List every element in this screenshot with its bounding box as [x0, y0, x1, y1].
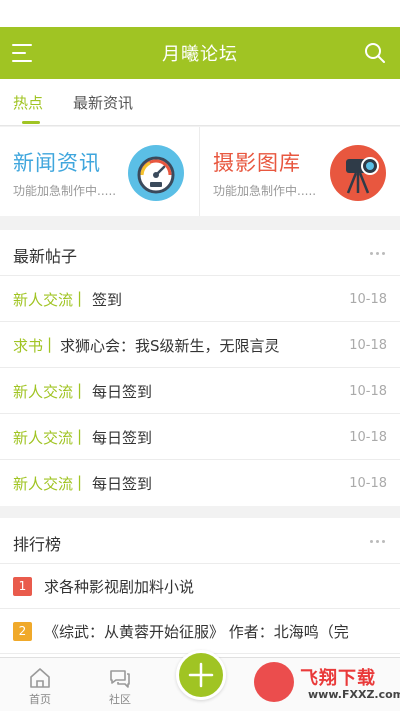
card-news-title: 新闻资讯	[13, 151, 101, 175]
nav-label: 首页	[29, 693, 51, 706]
post-separator: |	[77, 473, 83, 491]
camera-tripod-icon	[330, 145, 386, 201]
post-title[interactable]: 每日签到	[92, 473, 152, 494]
watermark-logo: 飞翔下载 www.FXXZ.com	[248, 660, 400, 708]
post-date: 10-18	[349, 384, 387, 399]
post-category[interactable]: 新人交流	[13, 381, 73, 402]
card-photos[interactable]: 摄影图库 功能加急制作中.....	[200, 127, 400, 216]
status-bar	[0, 0, 400, 27]
tab-indicator	[22, 121, 40, 124]
ranking-section: 排行榜 1 求各种影视剧加料小说 2 《综武：从黄蓉开始征服》 作者：北海鸣（完	[0, 518, 400, 657]
nav-home[interactable]: 首页	[10, 658, 70, 711]
section-title: 排行榜	[13, 535, 62, 554]
tab-latest-news[interactable]: 最新资讯	[73, 92, 133, 113]
post-category[interactable]: 新人交流	[13, 427, 73, 448]
latest-posts-section: 最新帖子 新人交流 | 签到 10-18 求书 | 求狮心会：我S级新生，无限言…	[0, 230, 400, 506]
app-header: 月曦论坛	[0, 27, 400, 79]
nav-label: 社区	[109, 693, 131, 706]
feature-cards: 新闻资讯 功能加急制作中..... 摄影图库 功能加急制作中.....	[0, 127, 400, 216]
post-row[interactable]: 新人交流 | 每日签到 10-18	[0, 460, 400, 506]
rank-badge: 2	[13, 622, 32, 641]
post-category[interactable]: 求书	[13, 335, 43, 356]
chat-icon	[108, 666, 132, 690]
plus-icon	[188, 662, 214, 688]
post-row[interactable]: 新人交流 | 签到 10-18	[0, 276, 400, 322]
home-icon	[28, 666, 52, 690]
more-icon[interactable]	[370, 540, 386, 544]
post-row[interactable]: 求书 | 求狮心会：我S级新生，无限言灵 10-18	[0, 322, 400, 368]
rank-row[interactable]: 1 求各种影视剧加料小说	[0, 564, 400, 609]
rank-row[interactable]: 2 《综武：从黄蓉开始征服》 作者：北海鸣（完	[0, 609, 400, 654]
post-row[interactable]: 新人交流 | 每日签到 10-18	[0, 368, 400, 414]
post-date: 10-18	[349, 476, 387, 491]
post-date: 10-18	[349, 292, 387, 307]
card-photos-subtitle: 功能加急制作中.....	[213, 184, 317, 198]
post-title[interactable]: 求狮心会：我S级新生，无限言灵	[60, 335, 280, 356]
tab-hot[interactable]: 热点	[13, 92, 43, 113]
card-news[interactable]: 新闻资讯 功能加急制作中.....	[0, 127, 200, 216]
watermark-url: www.FXXZ.com	[308, 688, 400, 701]
post-separator: |	[77, 289, 83, 307]
more-icon[interactable]	[370, 252, 386, 256]
post-title[interactable]: 签到	[92, 289, 122, 310]
tab-bar: 热点 最新资讯	[0, 79, 400, 126]
watermark-circle	[254, 662, 294, 702]
post-date: 10-18	[349, 430, 387, 445]
page-title: 月曦论坛	[162, 44, 238, 65]
section-title: 最新帖子	[13, 247, 78, 266]
latest-posts-header: 最新帖子	[0, 230, 400, 276]
post-separator: |	[77, 381, 83, 399]
post-row[interactable]: 新人交流 | 每日签到 10-18	[0, 414, 400, 460]
speedometer-icon	[128, 145, 184, 201]
rank-badge: 1	[13, 577, 32, 596]
card-photos-title: 摄影图库	[213, 151, 301, 175]
add-post-button[interactable]	[176, 650, 226, 700]
rank-title[interactable]: 求各种影视剧加料小说	[44, 576, 194, 597]
post-title[interactable]: 每日签到	[92, 381, 152, 402]
post-separator: |	[47, 335, 53, 353]
search-icon[interactable]	[364, 42, 386, 64]
nav-community[interactable]: 社区	[90, 658, 150, 711]
card-news-subtitle: 功能加急制作中.....	[13, 184, 117, 198]
rank-title[interactable]: 《综武：从黄蓉开始征服》 作者：北海鸣（完	[44, 621, 349, 642]
post-category[interactable]: 新人交流	[13, 289, 73, 310]
watermark-text: 飞翔下载	[300, 668, 376, 689]
post-date: 10-18	[349, 338, 387, 353]
post-separator: |	[77, 427, 83, 445]
ranking-header: 排行榜	[0, 518, 400, 564]
post-category[interactable]: 新人交流	[13, 473, 73, 494]
post-title[interactable]: 每日签到	[92, 427, 152, 448]
